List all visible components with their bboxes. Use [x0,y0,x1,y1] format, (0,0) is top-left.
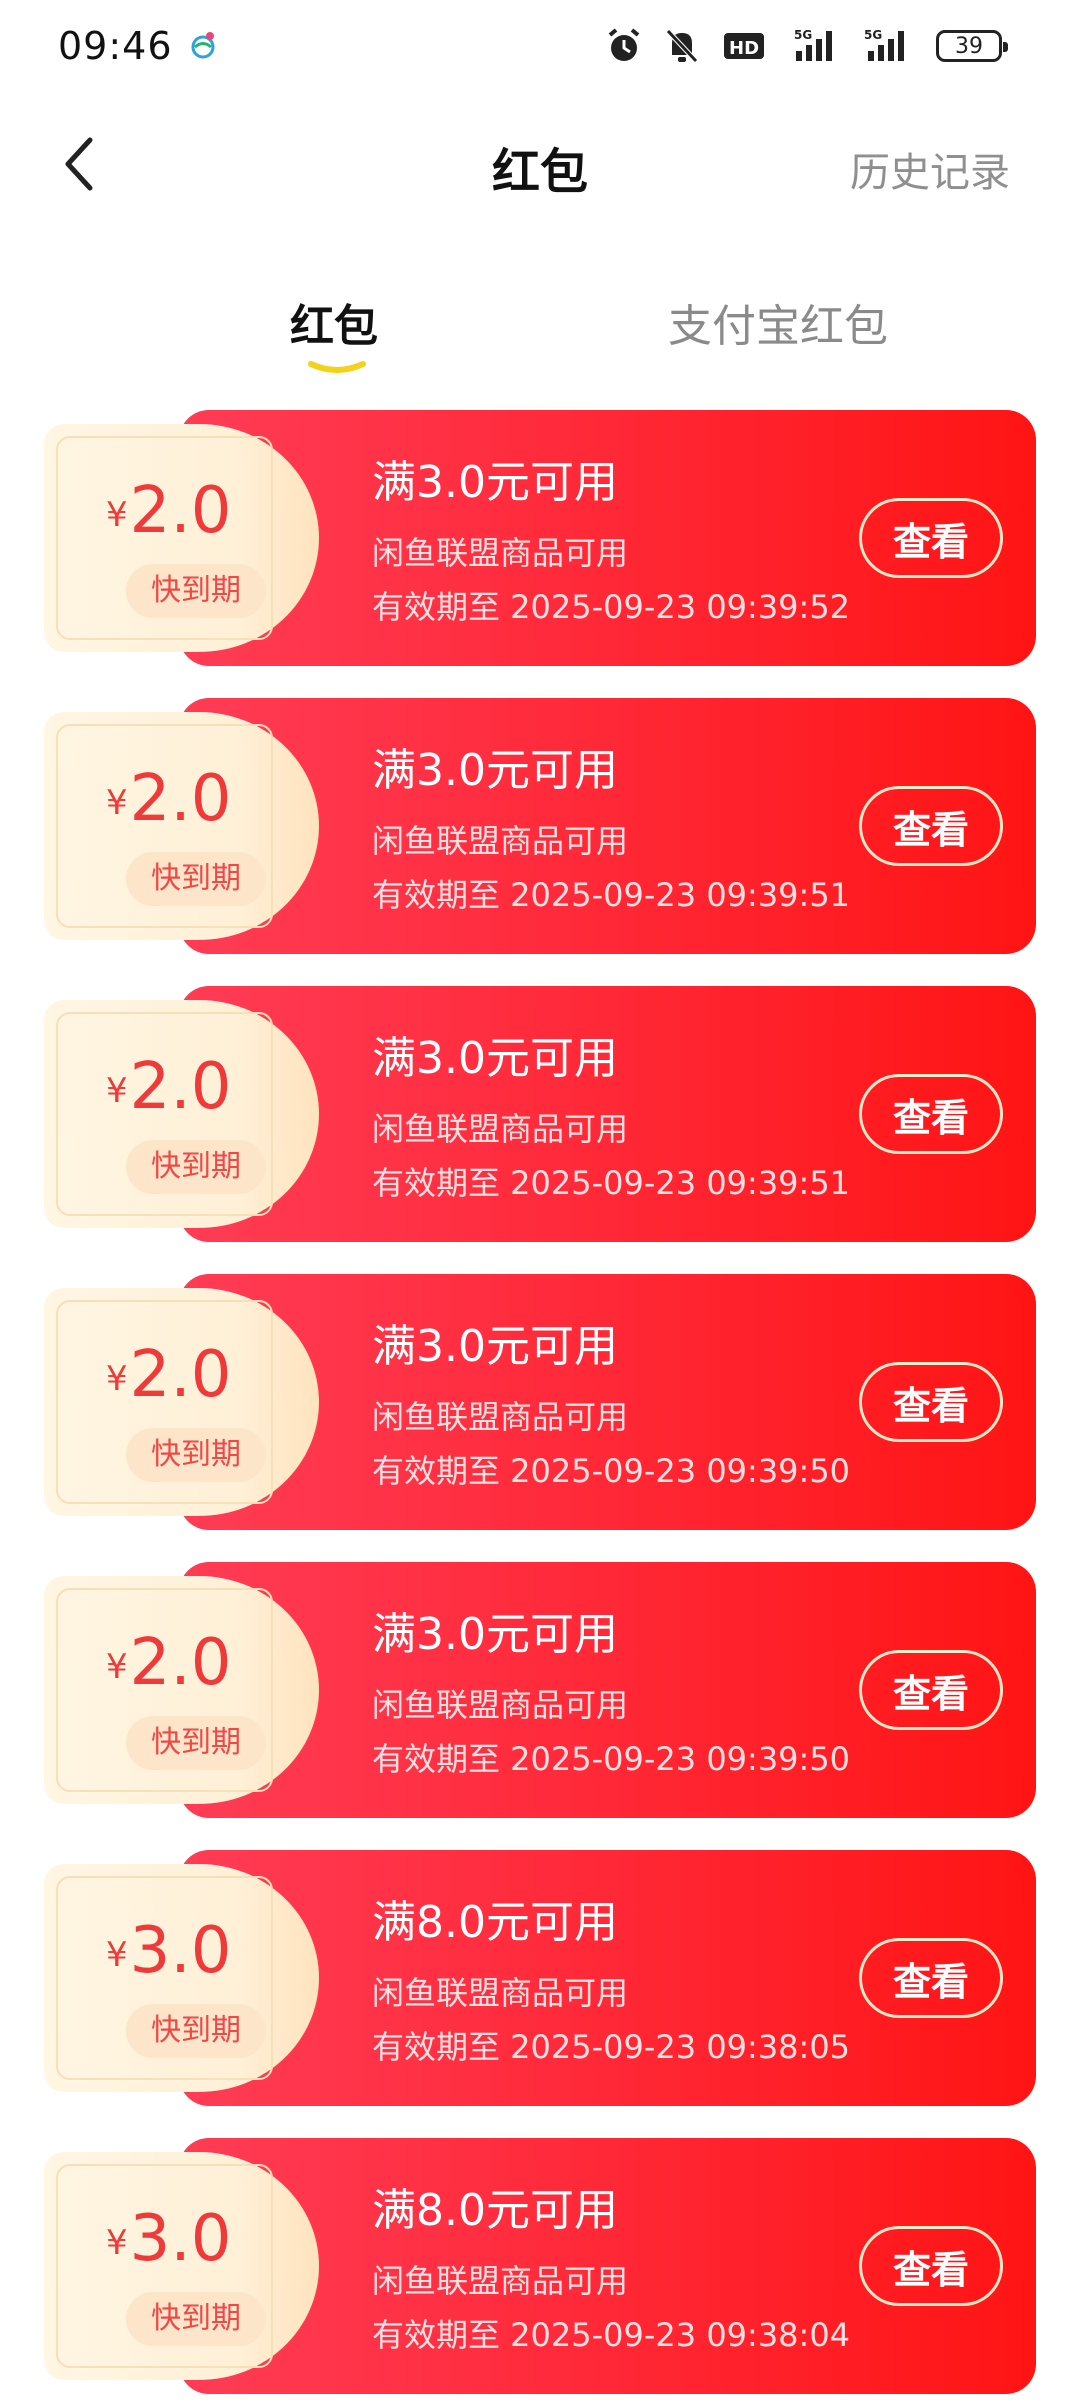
tab-red-packet[interactable]: 红包 [290,290,378,354]
view-button[interactable]: 查看 [859,1074,1003,1154]
coupon-stub: ¥2.0 快到期 [44,712,319,940]
coupon-amount: ¥3.0 [106,1914,231,1988]
amount-value: 3.0 [129,2202,232,2276]
tab-active-indicator [308,361,366,373]
history-link[interactable]: 历史记录 [850,140,1010,198]
app-icon [191,32,215,59]
amount-value: 2.0 [129,1626,232,1700]
coupon-scope: 闲鱼联盟商品可用 [372,1974,629,2012]
tab-bar: 红包 支付宝红包 [0,280,1080,380]
view-button[interactable]: 查看 [859,1938,1003,2018]
coupon-info: 满3.0元可用 闲鱼联盟商品可用 有效期至 2025-09-23 09:39:5… [372,1310,850,1492]
coupon-amount: ¥3.0 [106,2202,231,2276]
mute-icon [666,29,698,63]
coupon-validity: 有效期至 2025-09-23 09:38:04 [372,2316,851,2354]
currency-symbol: ¥ [106,495,128,535]
coupon-condition: 满8.0元可用 [372,2185,618,2236]
battery-icon: 39 [936,30,1008,62]
coupon-stub: ¥2.0 快到期 [44,1288,319,1516]
amount-value: 3.0 [129,1914,232,1988]
coupon-card[interactable]: ¥2.0 快到期 满3.0元可用 闲鱼联盟商品可用 有效期至 2025-09-2… [44,1274,1036,1530]
coupon-validity: 有效期至 2025-09-23 09:39:52 [372,588,851,626]
status-icons: HD 5G 5G 39 [606,26,1008,66]
battery-level: 39 [955,33,983,59]
coupon-amount: ¥2.0 [106,1050,231,1124]
coupon-amount: ¥2.0 [106,474,231,548]
coupon-stub: ¥2.0 快到期 [44,1000,319,1228]
view-button[interactable]: 查看 [859,498,1003,578]
amount-value: 2.0 [129,1050,232,1124]
coupon-validity: 有效期至 2025-09-23 09:39:50 [372,1452,851,1490]
coupon-condition: 满3.0元可用 [372,457,618,508]
coupon-condition: 满3.0元可用 [372,1033,618,1084]
coupon-info: 满3.0元可用 闲鱼联盟商品可用 有效期至 2025-09-23 09:39:5… [372,446,850,628]
currency-symbol: ¥ [106,1647,128,1687]
header: 红包 历史记录 [0,110,1080,220]
expiring-badge: 快到期 [126,1428,266,1482]
expiring-badge: 快到期 [126,564,266,618]
coupon-amount: ¥2.0 [106,1626,231,1700]
view-button[interactable]: 查看 [859,786,1003,866]
coupon-info: 满3.0元可用 闲鱼联盟商品可用 有效期至 2025-09-23 09:39:5… [372,734,850,916]
coupon-info: 满8.0元可用 闲鱼联盟商品可用 有效期至 2025-09-23 09:38:0… [372,1886,850,2068]
coupon-card[interactable]: ¥3.0 快到期 满8.0元可用 闲鱼联盟商品可用 有效期至 2025-09-2… [44,1850,1036,2106]
coupon-condition: 满3.0元可用 [372,1321,618,1372]
coupon-scope: 闲鱼联盟商品可用 [372,1686,629,1724]
coupon-stub: ¥2.0 快到期 [44,424,319,652]
coupon-list: ¥2.0 快到期 满3.0元可用 闲鱼联盟商品可用 有效期至 2025-09-2… [44,410,1036,2408]
coupon-scope: 闲鱼联盟商品可用 [372,822,629,860]
status-bar: 09:46 HD 5G 5G 39 [0,0,1080,100]
coupon-condition: 满3.0元可用 [372,1609,618,1660]
svg-text:5G: 5G [864,28,882,42]
coupon-info: 满3.0元可用 闲鱼联盟商品可用 有效期至 2025-09-23 09:39:5… [372,1598,850,1780]
tab-alipay-red-packet[interactable]: 支付宝红包 [668,290,888,354]
coupon-card[interactable]: ¥3.0 快到期 满8.0元可用 闲鱼联盟商品可用 有效期至 2025-09-2… [44,2138,1036,2394]
coupon-scope: 闲鱼联盟商品可用 [372,534,629,572]
svg-text:5G: 5G [794,28,812,42]
currency-symbol: ¥ [106,2223,128,2263]
status-time: 09:46 [58,24,173,68]
coupon-card[interactable]: ¥2.0 快到期 满3.0元可用 闲鱼联盟商品可用 有效期至 2025-09-2… [44,698,1036,954]
coupon-validity: 有效期至 2025-09-23 09:39:51 [372,876,851,914]
coupon-condition: 满8.0元可用 [372,1897,618,1948]
coupon-stub: ¥3.0 快到期 [44,1864,319,2092]
coupon-card[interactable]: ¥2.0 快到期 满3.0元可用 闲鱼联盟商品可用 有效期至 2025-09-2… [44,986,1036,1242]
currency-symbol: ¥ [106,1935,128,1975]
alarm-icon [608,28,640,61]
currency-symbol: ¥ [106,783,128,823]
amount-value: 2.0 [129,474,232,548]
currency-symbol: ¥ [106,1359,128,1399]
coupon-condition: 满3.0元可用 [372,745,618,796]
coupon-scope: 闲鱼联盟商品可用 [372,1398,629,1436]
expiring-badge: 快到期 [126,2004,266,2058]
amount-value: 2.0 [129,1338,232,1412]
hd-icon: HD [724,33,764,59]
view-button[interactable]: 查看 [859,1650,1003,1730]
currency-symbol: ¥ [106,1071,128,1111]
view-button[interactable]: 查看 [859,2226,1003,2306]
coupon-scope: 闲鱼联盟商品可用 [372,1110,629,1148]
coupon-card[interactable]: ¥2.0 快到期 满3.0元可用 闲鱼联盟商品可用 有效期至 2025-09-2… [44,410,1036,666]
coupon-validity: 有效期至 2025-09-23 09:39:50 [372,1740,851,1778]
svg-text:HD: HD [729,38,759,59]
expiring-badge: 快到期 [126,852,266,906]
coupon-stub: ¥2.0 快到期 [44,1576,319,1804]
expiring-badge: 快到期 [126,2292,266,2346]
coupon-validity: 有效期至 2025-09-23 09:39:51 [372,1164,851,1202]
coupon-scope: 闲鱼联盟商品可用 [372,2262,629,2300]
signal-5g-icon: 5G [794,28,832,61]
coupon-amount: ¥2.0 [106,762,231,836]
coupon-info: 满3.0元可用 闲鱼联盟商品可用 有效期至 2025-09-23 09:39:5… [372,1022,850,1204]
coupon-stub: ¥3.0 快到期 [44,2152,319,2380]
signal-5g-icon: 5G [864,28,904,61]
coupon-amount: ¥2.0 [106,1338,231,1412]
view-button[interactable]: 查看 [859,1362,1003,1442]
screen: 09:46 HD 5G 5G 39 红包 历史记录 红包 支付宝红包 ¥2.0 … [0,0,1080,2408]
amount-value: 2.0 [129,762,232,836]
expiring-badge: 快到期 [126,1716,266,1770]
expiring-badge: 快到期 [126,1140,266,1194]
coupon-card[interactable]: ¥2.0 快到期 满3.0元可用 闲鱼联盟商品可用 有效期至 2025-09-2… [44,1562,1036,1818]
coupon-validity: 有效期至 2025-09-23 09:38:05 [372,2028,851,2066]
coupon-info: 满8.0元可用 闲鱼联盟商品可用 有效期至 2025-09-23 09:38:0… [372,2174,850,2356]
